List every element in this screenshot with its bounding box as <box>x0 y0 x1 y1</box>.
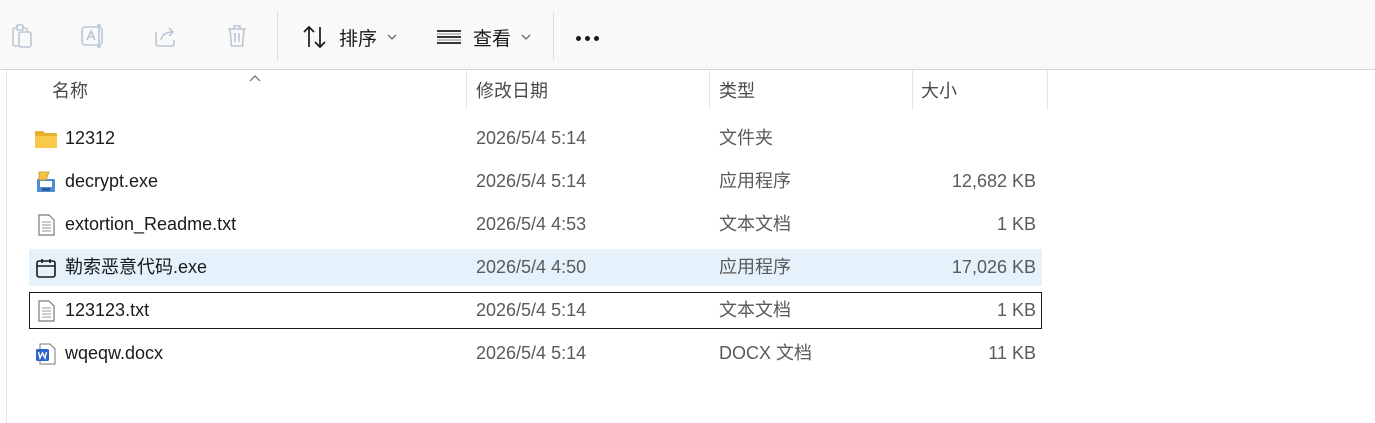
view-list-icon <box>435 23 463 51</box>
file-row[interactable]: 12312 2026/5/4 5:14 文件夹 <box>29 120 1042 157</box>
file-type: 文本文档 <box>719 300 791 320</box>
sort-label: 排序 <box>339 28 378 50</box>
file-type: 应用程序 <box>719 171 791 191</box>
column-divider[interactable] <box>1047 70 1048 110</box>
column-divider[interactable] <box>466 70 467 110</box>
file-name: 勒索恶意代码.exe <box>65 257 208 277</box>
file-size: 17,026 KB <box>951 257 1036 277</box>
file-row[interactable]: extortion_Readme.txt 2026/5/4 4:53 文本文档 … <box>29 206 1042 243</box>
view-button[interactable]: 查看 <box>435 22 531 52</box>
text-file-icon <box>34 213 58 237</box>
file-name: 12312 <box>65 128 116 148</box>
file-size: 11 KB <box>988 343 1036 363</box>
view-label: 查看 <box>473 28 512 50</box>
sort-button[interactable]: 排序 <box>301 22 397 52</box>
rename-icon[interactable] <box>79 22 107 50</box>
clipboard-icon[interactable] <box>8 22 36 50</box>
pane-border <box>6 70 7 423</box>
installer-icon <box>34 170 58 194</box>
file-row-focused[interactable]: 123123.txt 2026/5/4 5:14 文本文档 1 KB <box>29 292 1042 329</box>
more-dot <box>576 36 581 41</box>
toolbar-separator <box>553 12 554 60</box>
file-modified: 2026/5/4 5:14 <box>476 128 587 148</box>
word-doc-icon <box>34 342 58 366</box>
file-type: 文件夹 <box>719 128 773 148</box>
file-name: 123123.txt <box>65 300 150 320</box>
file-modified: 2026/5/4 5:14 <box>476 300 587 320</box>
text-file-icon <box>34 299 58 323</box>
command-bar: 排序 查看 <box>0 0 1375 70</box>
more-dot <box>594 36 599 41</box>
file-modified: 2026/5/4 4:50 <box>476 257 587 277</box>
file-type: 文本文档 <box>719 214 791 234</box>
column-header-type[interactable]: 类型 <box>719 70 755 110</box>
file-size: 12,682 KB <box>951 171 1036 191</box>
chevron-down-icon <box>521 34 531 40</box>
column-divider[interactable] <box>709 70 710 110</box>
file-name: wqeqw.docx <box>65 343 164 363</box>
folder-icon <box>34 127 58 151</box>
file-name: extortion_Readme.txt <box>65 214 237 234</box>
file-modified: 2026/5/4 5:14 <box>476 343 587 363</box>
column-header-row: 名称 修改日期 类型 大小 <box>0 70 1375 110</box>
file-type: DOCX 文档 <box>719 343 813 363</box>
file-size: 1 KB <box>996 214 1036 234</box>
file-size: 1 KB <box>996 300 1036 320</box>
share-icon[interactable] <box>152 22 180 50</box>
file-modified: 2026/5/4 5:14 <box>476 171 587 191</box>
chevron-down-icon <box>387 34 397 40</box>
file-name: decrypt.exe <box>65 171 159 191</box>
column-header-name[interactable]: 名称 <box>52 70 88 110</box>
file-type: 应用程序 <box>719 257 791 277</box>
file-modified: 2026/5/4 4:53 <box>476 214 587 234</box>
more-dot <box>585 36 590 41</box>
more-options-button[interactable] <box>576 36 599 41</box>
file-row[interactable]: wqeqw.docx 2026/5/4 5:14 DOCX 文档 11 KB <box>29 335 1042 372</box>
toolbar-separator <box>277 12 278 60</box>
delete-icon[interactable] <box>223 22 251 50</box>
column-header-modified[interactable]: 修改日期 <box>476 70 548 110</box>
file-row-selected[interactable]: 勒索恶意代码.exe 2026/5/4 4:50 应用程序 17,026 KB <box>29 249 1042 286</box>
calendar-app-icon <box>34 256 58 280</box>
file-row[interactable]: decrypt.exe 2026/5/4 5:14 应用程序 12,682 KB <box>29 163 1042 200</box>
column-divider[interactable] <box>912 70 913 110</box>
sort-icon <box>301 23 329 51</box>
column-header-size[interactable]: 大小 <box>921 70 957 110</box>
